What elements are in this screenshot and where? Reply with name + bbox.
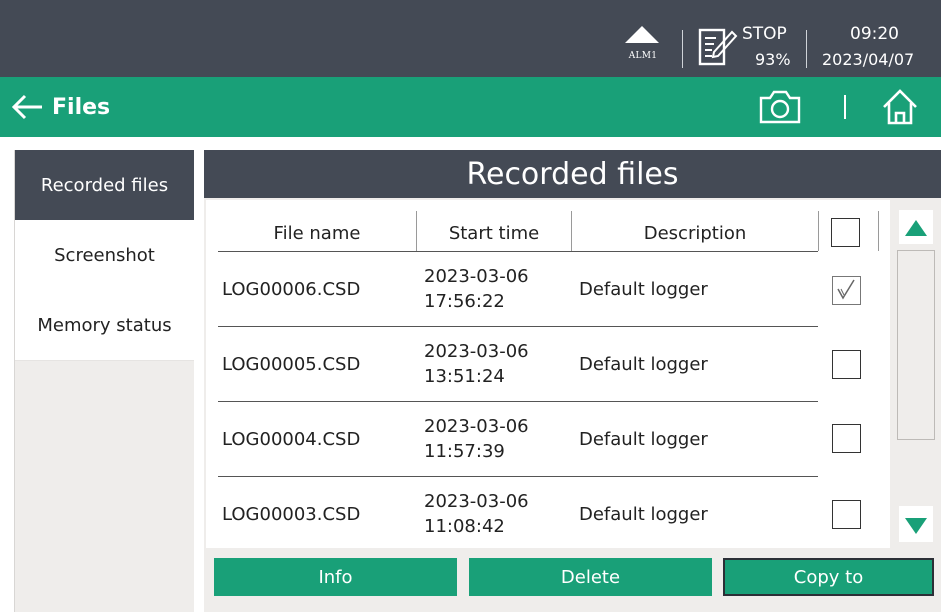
camera-icon[interactable]	[758, 90, 802, 124]
column-header-file-name: File name	[218, 213, 416, 253]
scroll-down-button[interactable]	[899, 506, 933, 542]
back-arrow-icon	[11, 94, 42, 120]
status-divider	[806, 30, 807, 68]
description-cell: Default logger	[579, 353, 708, 375]
check-icon	[837, 279, 855, 300]
clock-time: 09:20	[850, 24, 899, 44]
column-header-label: Start time	[448, 222, 540, 244]
start-time-cell: 2023-03-06 13:51:24	[424, 327, 529, 401]
triangle-down-icon	[905, 518, 927, 534]
battery-level: 93%	[755, 50, 791, 69]
start-date: 2023-03-06	[424, 416, 529, 437]
copy-to-button[interactable]: Copy to	[723, 558, 934, 596]
back-button[interactable]: Files	[10, 77, 110, 137]
sidebar-item-screenshot[interactable]: Screenshot	[15, 220, 194, 291]
panel-title: Recorded files	[466, 156, 679, 192]
row-checkbox[interactable]	[832, 350, 861, 379]
file-name-cell: LOG00004.CSD	[222, 428, 361, 450]
column-header-description: Description	[572, 213, 818, 253]
clock-date: 2023/04/07	[822, 50, 915, 69]
start-clock: 13:51:24	[424, 366, 505, 387]
description-cell: Default logger	[579, 503, 708, 525]
status-divider	[682, 30, 683, 68]
file-name-cell: LOG00003.CSD	[222, 503, 361, 525]
sidebar-item-label: Memory status	[37, 314, 172, 336]
start-time-cell: 2023-03-06 11:08:42	[424, 477, 529, 551]
sidebar-item-recorded-files[interactable]: Recorded files	[15, 150, 194, 220]
start-clock: 11:57:39	[424, 441, 505, 462]
column-header-label: Description	[643, 222, 747, 244]
alarm-icon	[625, 26, 659, 43]
page-title: Files	[52, 94, 111, 120]
column-divider	[818, 211, 819, 251]
start-date: 2023-03-06	[424, 341, 529, 362]
file-name-cell: LOG00005.CSD	[222, 353, 361, 375]
select-all-checkbox[interactable]	[831, 218, 860, 247]
sidebar: Recorded files Screenshot Memory status	[14, 150, 194, 612]
home-icon[interactable]	[880, 87, 920, 127]
alarm-label: ALM1	[628, 51, 658, 61]
title-divider	[844, 95, 846, 119]
sidebar-item-memory-status[interactable]: Memory status	[15, 290, 194, 361]
row-checkbox[interactable]	[832, 500, 861, 529]
column-divider	[878, 211, 879, 251]
delete-button[interactable]: Delete	[469, 558, 712, 596]
info-button[interactable]: Info	[214, 558, 457, 596]
start-date: 2023-03-06	[424, 491, 529, 512]
scroll-up-button[interactable]	[899, 210, 933, 244]
row-checkbox[interactable]	[832, 276, 861, 305]
recording-state-icon	[698, 28, 738, 66]
start-date: 2023-03-06	[424, 266, 529, 287]
row-checkbox[interactable]	[832, 424, 861, 453]
status-bar: ALM1 STOP 93% 09:20 2023/04/07	[0, 0, 941, 77]
file-name-cell: LOG00006.CSD	[222, 278, 361, 300]
record-state-text: STOP	[742, 24, 787, 44]
start-clock: 11:08:42	[424, 516, 505, 537]
sidebar-item-label: Screenshot	[54, 244, 155, 266]
triangle-up-icon	[905, 220, 927, 236]
description-cell: Default logger	[579, 278, 708, 300]
column-header-start-time: Start time	[417, 213, 571, 253]
scrollbar-thumb[interactable]	[897, 250, 935, 440]
start-time-cell: 2023-03-06 17:56:22	[424, 252, 529, 326]
sidebar-item-label: Recorded files	[40, 174, 169, 196]
column-header-label: File name	[273, 222, 361, 244]
description-cell: Default logger	[579, 428, 708, 450]
panel-header: Recorded files	[204, 150, 941, 198]
start-time-cell: 2023-03-06 11:57:39	[424, 402, 529, 476]
start-clock: 17:56:22	[424, 291, 505, 312]
title-bar: Files	[0, 77, 941, 137]
